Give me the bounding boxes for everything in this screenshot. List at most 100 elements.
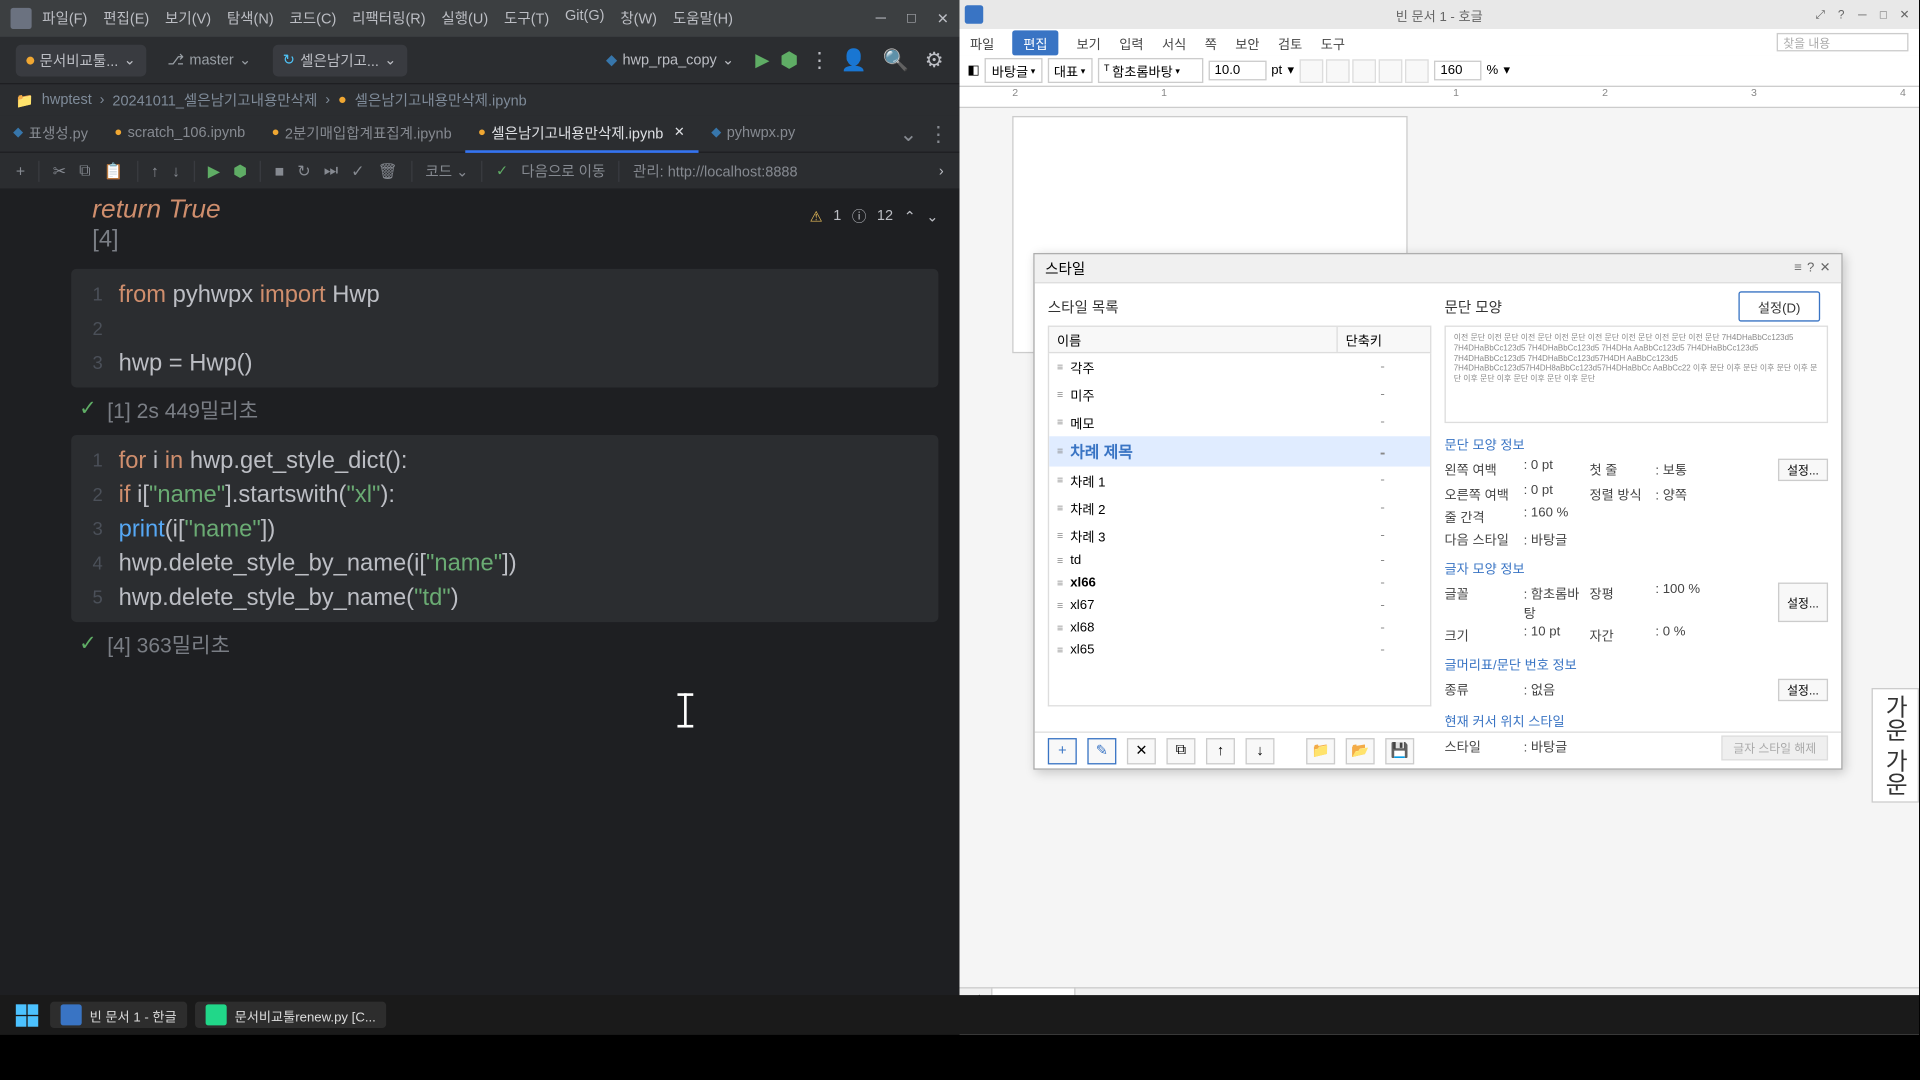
- menu-edit[interactable]: 편집(E): [103, 8, 149, 29]
- cut-icon[interactable]: ✂: [53, 161, 66, 179]
- add-style-button[interactable]: +: [1048, 737, 1077, 763]
- code-content[interactable]: print(i["name"]): [119, 511, 276, 545]
- code-line[interactable]: 4 hwp.delete_style_by_name(i["name"]): [71, 546, 938, 580]
- fontsize-input[interactable]: 10.0: [1208, 61, 1266, 81]
- run-cell-icon[interactable]: ▶: [208, 161, 220, 179]
- style-list-item[interactable]: ≡미주-: [1049, 381, 1430, 409]
- close-icon[interactable]: ✕: [937, 10, 949, 27]
- reset-char-style-button[interactable]: 글자 스타일 해제: [1721, 735, 1828, 760]
- edit-style-button[interactable]: ✎: [1087, 737, 1116, 763]
- code-cell-1[interactable]: 1from pyhwpx import Hwp23hwp = Hwp(): [71, 269, 938, 388]
- zoom-input[interactable]: 160: [1434, 61, 1481, 81]
- paste-icon[interactable]: 📋: [104, 161, 124, 179]
- open-button[interactable]: 📂: [1346, 737, 1375, 763]
- dialog-close-icon[interactable]: ✕: [1820, 261, 1831, 275]
- search-icon[interactable]: 🔍: [883, 47, 909, 73]
- para-setting-button[interactable]: 설정...: [1778, 459, 1828, 481]
- style-list-item[interactable]: ≡차례 제목-: [1049, 436, 1430, 466]
- style-list-item[interactable]: ≡메모-: [1049, 409, 1430, 437]
- code-line[interactable]: 2 if i["name"].startswith("xl"):: [71, 477, 938, 511]
- tab-close-icon[interactable]: ✕: [674, 125, 685, 139]
- align-justify-icon[interactable]: [1378, 59, 1402, 83]
- style-list-item[interactable]: ≡td-: [1049, 550, 1430, 572]
- code-line[interactable]: 2: [71, 311, 938, 345]
- font-dropdown[interactable]: ᵀ함초롬바탕▾: [1097, 58, 1202, 83]
- menu-file[interactable]: 파일(F): [42, 8, 87, 29]
- menu-refactor[interactable]: 리팩터링(R): [352, 8, 425, 29]
- style-icon[interactable]: ◧: [967, 63, 979, 77]
- more-icon[interactable]: ⋮: [809, 47, 830, 73]
- code-line[interactable]: 5hwp.delete_style_by_name("td"): [71, 580, 938, 614]
- cell-type-selector[interactable]: 코드 ⌄: [425, 160, 468, 181]
- code-content[interactable]: hwp.delete_style_by_name("td"): [119, 580, 459, 614]
- gear-icon[interactable]: ⚙: [925, 47, 944, 73]
- menu-page[interactable]: 쪽: [1205, 32, 1217, 52]
- style-list[interactable]: ≡각주-≡미주-≡메모-≡차례 제목-≡차례 1-≡차례 2-≡차례 3-≡td…: [1048, 353, 1432, 706]
- code-line[interactable]: 1from pyhwpx import Hwp: [71, 277, 938, 311]
- menu-edit[interactable]: 편집: [1013, 30, 1058, 55]
- window-controls-icon[interactable]: ⤢: [1811, 5, 1829, 23]
- align-left-icon[interactable]: [1299, 59, 1323, 83]
- style-dropdown[interactable]: 바탕글▾: [985, 58, 1042, 83]
- menu-git[interactable]: Git(G): [565, 8, 604, 29]
- code-cell-2[interactable]: 1for i in hwp.get_style_dict():2 if i["n…: [71, 435, 938, 622]
- menu-tools[interactable]: 도구: [1321, 32, 1345, 52]
- run-config-selector[interactable]: ↻ 셀은남기고... ⌄: [272, 44, 407, 76]
- menu-tools[interactable]: 도구(T): [504, 8, 549, 29]
- arrow-up-icon[interactable]: ↑: [151, 161, 159, 179]
- breadcrumb-item[interactable]: hwptest: [42, 92, 92, 108]
- python-config[interactable]: ◆ hwp_rpa_copy ⌄: [595, 46, 744, 74]
- style-list-item[interactable]: ≡xl67-: [1049, 594, 1430, 616]
- tab-pygen[interactable]: ◆표생성.py: [0, 115, 101, 152]
- code-content[interactable]: for i in hwp.get_style_dict():: [119, 443, 408, 477]
- help-icon[interactable]: ?: [1832, 5, 1850, 23]
- style-list-item[interactable]: ≡차례 3-: [1049, 522, 1430, 550]
- menu-window[interactable]: 창(W): [620, 8, 657, 29]
- managed-server[interactable]: 관리: http://localhost:8888: [633, 160, 798, 181]
- next-action[interactable]: 다음으로 이동: [521, 160, 605, 181]
- menu-view[interactable]: 보기(V): [165, 8, 211, 29]
- style-list-item[interactable]: ≡xl68-: [1049, 617, 1430, 639]
- align-center-icon[interactable]: [1326, 59, 1350, 83]
- style-list-item[interactable]: ≡xl66-: [1049, 572, 1430, 594]
- run-all-icon[interactable]: ⏭: [324, 161, 338, 181]
- style-list-item[interactable]: ≡xl65-: [1049, 639, 1430, 661]
- debug-button-icon[interactable]: ⬢: [780, 47, 798, 73]
- menu-code[interactable]: 코드(C): [289, 8, 336, 29]
- copy-icon[interactable]: ⧉: [79, 161, 90, 181]
- branch-selector[interactable]: ⎇ master ⌄: [157, 46, 262, 74]
- arrow-down-icon[interactable]: ↓: [172, 161, 180, 179]
- apply-button[interactable]: 설정(D): [1738, 291, 1820, 321]
- code-content[interactable]: if i["name"].startswith("xl"):: [119, 477, 395, 511]
- minimize-icon[interactable]: ─: [876, 10, 886, 27]
- menu-navigate[interactable]: 탐색(N): [227, 8, 274, 29]
- expand-right-icon[interactable]: ›: [939, 163, 944, 179]
- zoom-stepper[interactable]: ▾: [1504, 63, 1511, 77]
- menu-file[interactable]: 파일: [970, 32, 994, 52]
- import-button[interactable]: 📁: [1306, 737, 1335, 763]
- code-content[interactable]: hwp.delete_style_by_name(i["name"]): [119, 546, 517, 580]
- menu-security[interactable]: 보안: [1235, 32, 1259, 52]
- stop-icon[interactable]: ■: [275, 161, 285, 179]
- code-content[interactable]: hwp = Hwp(): [119, 345, 253, 379]
- taskbar-item-hwp[interactable]: 빈 문서 1 - 한글: [50, 1002, 187, 1028]
- tabs-dropdown-icon[interactable]: ⌄: [900, 121, 918, 147]
- search-input[interactable]: 찾을 내용: [1777, 33, 1909, 51]
- tabs-more-icon[interactable]: ⋮: [928, 121, 949, 147]
- minimize-icon[interactable]: ─: [1853, 5, 1871, 23]
- copy-style-button[interactable]: ⧉: [1166, 737, 1195, 763]
- run-button-icon[interactable]: ▶: [755, 49, 769, 71]
- breadcrumb-item[interactable]: 20241011_셀은남기고내용만삭제: [112, 90, 317, 111]
- code-content[interactable]: from pyhwpx import Hwp: [119, 277, 380, 311]
- code-line[interactable]: 3hwp = Hwp(): [71, 345, 938, 379]
- restart-icon[interactable]: ↻: [297, 161, 310, 179]
- start-button[interactable]: [11, 999, 43, 1031]
- project-selector[interactable]: 문서비교툴... ⌄: [16, 44, 146, 76]
- collab-icon[interactable]: 👤: [841, 47, 867, 73]
- style-list-item[interactable]: ≡차례 2-: [1049, 494, 1430, 522]
- menu-view[interactable]: 보기: [1077, 32, 1101, 52]
- fontsize-stepper[interactable]: ▾: [1287, 63, 1294, 77]
- warnings-bar[interactable]: ⚠1 ⓘ12 ⌃ ⌄: [810, 206, 939, 227]
- dialog-titlebar[interactable]: 스타일 ≡ ? ✕: [1035, 254, 1842, 283]
- add-cell-icon[interactable]: +: [16, 161, 25, 179]
